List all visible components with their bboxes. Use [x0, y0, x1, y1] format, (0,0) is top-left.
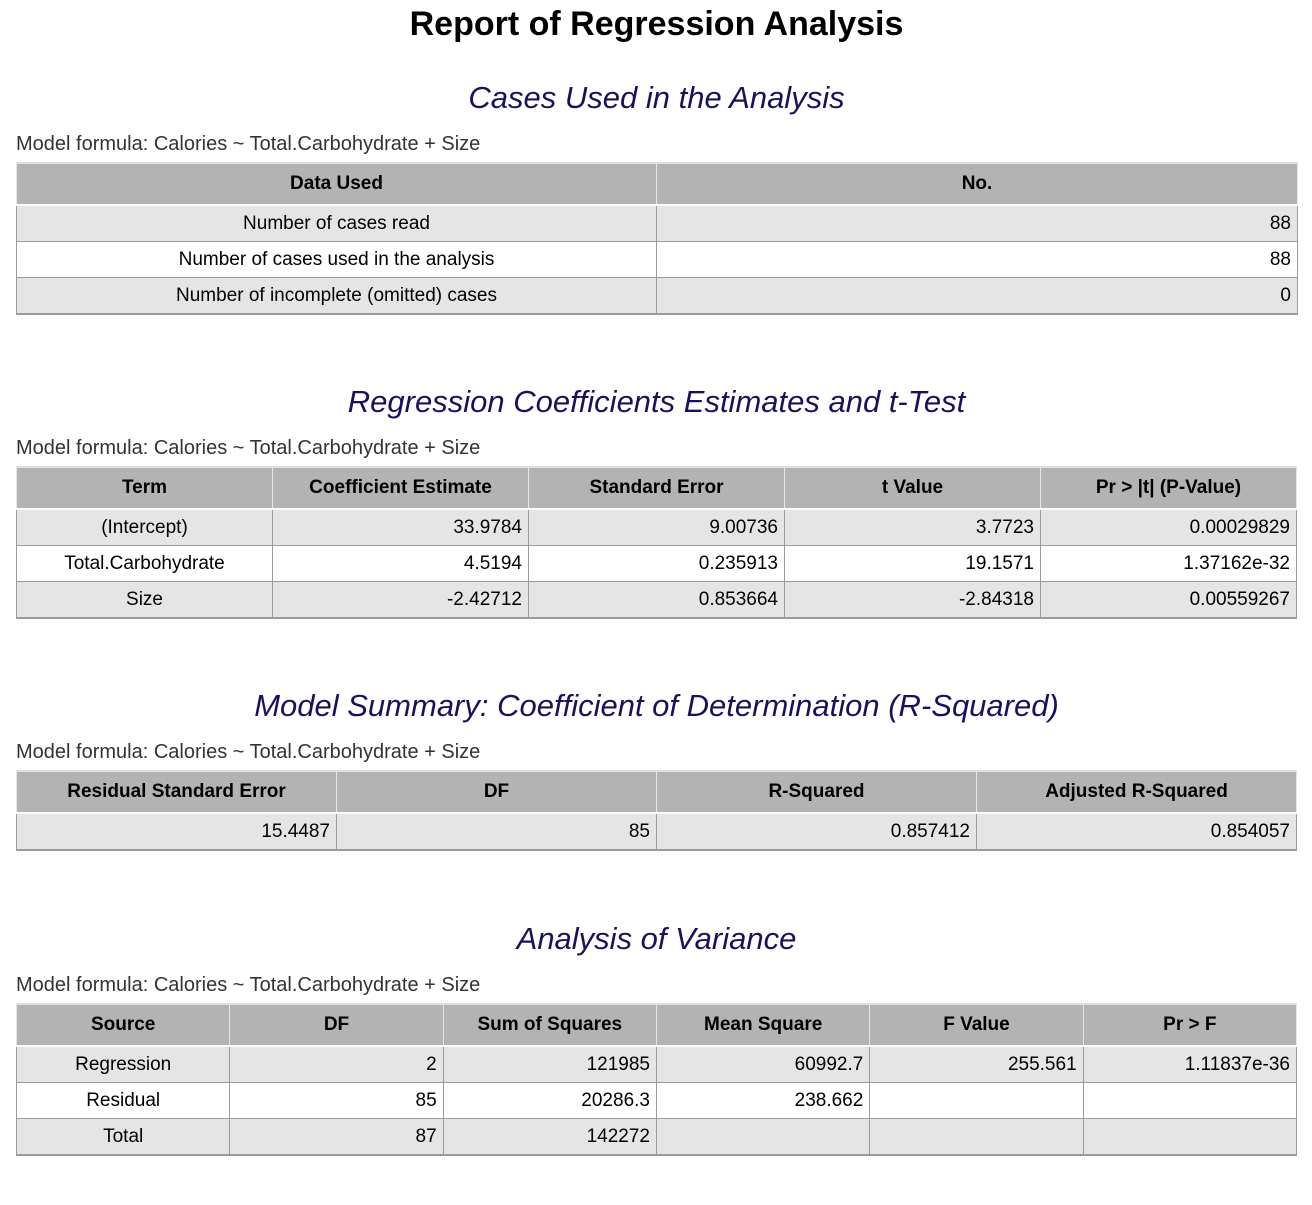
- column-header-adjusted-r-squared: Adjusted R-Squared: [976, 770, 1297, 814]
- table-header-row: Source DF Sum of Squares Mean Square F V…: [15, 1003, 1298, 1047]
- column-header-df: DF: [336, 770, 657, 814]
- term-cell: (Intercept): [16, 508, 273, 546]
- row-label: Number of cases read: [16, 204, 657, 242]
- column-header-mean-square: Mean Square: [655, 1003, 871, 1047]
- estimate-cell: -2.42712: [272, 581, 529, 619]
- summary-section-title: Model Summary: Coefficient of Determinat…: [254, 688, 1059, 723]
- estimate-cell: 4.5194: [272, 545, 529, 582]
- column-header-standard-error: Standard Error: [528, 466, 785, 510]
- column-header-term: Term: [16, 466, 273, 510]
- mean-square-cell: [655, 1118, 871, 1156]
- table-row: (Intercept) 33.9784 9.00736 3.7723 0.000…: [16, 508, 1297, 546]
- f-value-cell: [869, 1082, 1084, 1119]
- sum-of-squares-cell: 121985: [442, 1045, 657, 1083]
- df-cell: 2: [229, 1045, 444, 1083]
- column-header-coefficient-estimate: Coefficient Estimate: [272, 466, 529, 510]
- column-header-t-value: t Value: [784, 466, 1041, 510]
- table-row: Size -2.42712 0.853664 -2.84318 0.005592…: [16, 581, 1297, 619]
- t-value-cell: 3.7723: [784, 508, 1041, 546]
- column-header-residual-standard-error: Residual Standard Error: [16, 770, 337, 814]
- pr-f-cell: [1082, 1118, 1298, 1156]
- coef-model-formula: Model formula: Calories ~ Total.Carbohyd…: [16, 437, 481, 459]
- p-value-cell: 0.00559267: [1040, 581, 1297, 619]
- term-cell: Size: [16, 581, 273, 619]
- row-label: Number of cases used in the analysis: [16, 241, 657, 278]
- row-value: 0: [656, 277, 1298, 315]
- df-cell: 87: [229, 1118, 444, 1156]
- estimate-cell: 33.9784: [272, 508, 529, 546]
- column-header-df: DF: [229, 1003, 444, 1047]
- sum-of-squares-cell: 20286.3: [442, 1082, 657, 1119]
- column-header-f-value: F Value: [869, 1003, 1084, 1047]
- column-header-pr-f: Pr > F: [1082, 1003, 1298, 1047]
- source-cell: Total: [15, 1118, 231, 1156]
- table-header-row: Data Used No.: [16, 162, 1298, 206]
- mean-square-cell: 238.662: [655, 1082, 871, 1119]
- p-value-cell: 0.00029829: [1040, 508, 1297, 546]
- table-row: Number of incomplete (omitted) cases 0: [16, 277, 1298, 315]
- table-header-row: Residual Standard Error DF R-Squared Adj…: [16, 770, 1297, 814]
- adjusted-r-squared-cell: 0.854057: [976, 812, 1297, 851]
- column-header-no: No.: [656, 162, 1298, 206]
- anova-model-formula: Model formula: Calories ~ Total.Carbohyd…: [16, 974, 481, 996]
- coef-section-title: Regression Coefficients Estimates and t-…: [347, 384, 966, 419]
- anova-section-title: Analysis of Variance: [516, 921, 797, 956]
- table-row: Regression 2 121985 60992.7 255.561 1.11…: [15, 1045, 1298, 1083]
- std-error-cell: 0.853664: [528, 581, 785, 619]
- pr-f-cell: 1.11837e-36: [1082, 1045, 1298, 1083]
- mean-square-cell: 60992.7: [655, 1045, 871, 1083]
- row-value: 88: [656, 241, 1298, 278]
- row-value: 88: [656, 204, 1298, 242]
- table-row: Total 87 142272: [15, 1118, 1298, 1156]
- residual-standard-error-cell: 15.4487: [16, 812, 337, 851]
- term-cell: Total.Carbohydrate: [16, 545, 273, 582]
- r-squared-cell: 0.857412: [656, 812, 977, 851]
- table-header-row: Term Coefficient Estimate Standard Error…: [16, 466, 1297, 510]
- coefficients-table: Term Coefficient Estimate Standard Error…: [16, 466, 1297, 619]
- t-value-cell: -2.84318: [784, 581, 1041, 619]
- f-value-cell: [869, 1118, 1084, 1156]
- table-row: Number of cases used in the analysis 88: [16, 241, 1298, 278]
- table-row: 15.4487 85 0.857412 0.854057: [16, 812, 1297, 851]
- pr-f-cell: [1082, 1082, 1298, 1119]
- column-header-data-used: Data Used: [16, 162, 657, 206]
- source-cell: Residual: [15, 1082, 231, 1119]
- f-value-cell: 255.561: [869, 1045, 1084, 1083]
- report-title: Report of Regression Analysis: [409, 5, 904, 43]
- column-header-source: Source: [15, 1003, 231, 1047]
- column-header-sum-of-squares: Sum of Squares: [442, 1003, 657, 1047]
- t-value-cell: 19.1571: [784, 545, 1041, 582]
- cases-table: Data Used No. Number of cases read 88 Nu…: [16, 162, 1298, 315]
- source-cell: Regression: [15, 1045, 231, 1083]
- sum-of-squares-cell: 142272: [442, 1118, 657, 1156]
- cases-model-formula: Model formula: Calories ~ Total.Carbohyd…: [16, 133, 481, 155]
- std-error-cell: 9.00736: [528, 508, 785, 546]
- summary-model-formula: Model formula: Calories ~ Total.Carbohyd…: [16, 741, 481, 763]
- table-row: Total.Carbohydrate 4.5194 0.235913 19.15…: [16, 545, 1297, 582]
- df-cell: 85: [229, 1082, 444, 1119]
- row-label: Number of incomplete (omitted) cases: [16, 277, 657, 315]
- anova-table: Source DF Sum of Squares Mean Square F V…: [15, 1003, 1298, 1156]
- table-row: Residual 85 20286.3 238.662: [15, 1082, 1298, 1119]
- std-error-cell: 0.235913: [528, 545, 785, 582]
- report-page: Report of Regression Analysis Cases Used…: [15, 0, 1298, 1156]
- model-summary-table: Residual Standard Error DF R-Squared Adj…: [16, 770, 1297, 851]
- cases-section-title: Cases Used in the Analysis: [468, 80, 845, 115]
- column-header-p-value: Pr > |t| (P-Value): [1040, 466, 1297, 510]
- column-header-r-squared: R-Squared: [656, 770, 977, 814]
- p-value-cell: 1.37162e-32: [1040, 545, 1297, 582]
- df-cell: 85: [336, 812, 657, 851]
- table-row: Number of cases read 88: [16, 204, 1298, 242]
